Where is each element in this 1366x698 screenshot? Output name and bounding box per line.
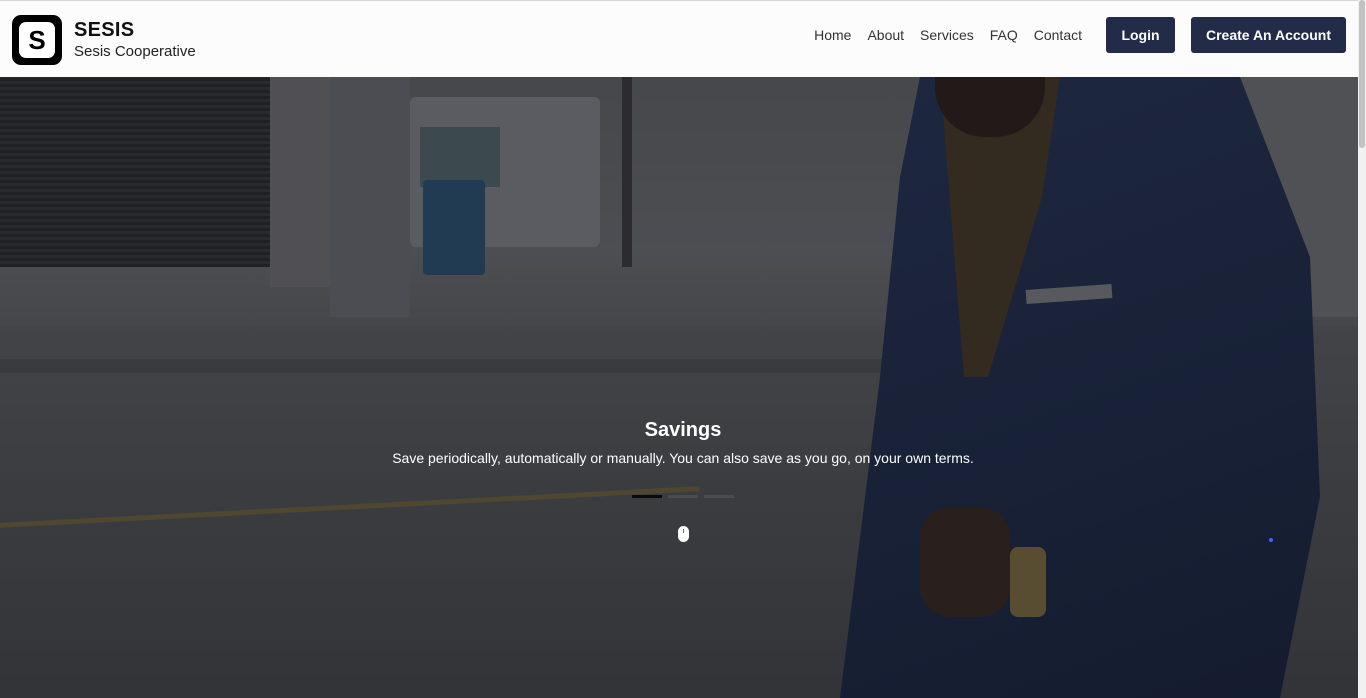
main-nav: Home About Services FAQ Contact Login Cr… <box>814 17 1346 53</box>
hero-overlay <box>0 77 1358 698</box>
hero-carousel: Savings Save periodically, automatically… <box>0 77 1358 698</box>
slide-text: Save periodically, automatically or manu… <box>392 450 974 466</box>
nav-link-services[interactable]: Services <box>920 27 974 43</box>
slide-title: Savings <box>644 419 722 441</box>
slide-caption: Savings Save periodically, automatically… <box>0 417 1358 467</box>
nav-link-home[interactable]: Home <box>814 27 851 43</box>
carousel-indicator-1[interactable] <box>632 495 662 498</box>
logo[interactable]: S <box>12 15 62 65</box>
nav-link-faq[interactable]: FAQ <box>990 27 1018 43</box>
carousel-indicator-3[interactable] <box>704 495 734 498</box>
brand-block[interactable]: SESIS Sesis Cooperative <box>74 19 196 62</box>
carousel-indicators <box>632 495 740 498</box>
logo-letter: S <box>19 22 55 58</box>
cursor-dot <box>1269 538 1273 542</box>
nav-link-contact[interactable]: Contact <box>1034 27 1082 43</box>
mouse-icon[interactable] <box>678 526 689 542</box>
nav-link-about[interactable]: About <box>867 27 904 43</box>
scrollbar-thumb[interactable] <box>1359 0 1365 148</box>
brand-subtitle: Sesis Cooperative <box>74 43 196 60</box>
site-header: S SESIS Sesis Cooperative Home About Ser… <box>0 0 1358 77</box>
brand-name: SESIS <box>74 19 135 41</box>
carousel-indicator-2[interactable] <box>668 495 698 498</box>
page-scrollbar[interactable] <box>1358 0 1366 698</box>
login-button[interactable]: Login <box>1106 17 1175 53</box>
create-account-button[interactable]: Create An Account <box>1191 17 1346 53</box>
